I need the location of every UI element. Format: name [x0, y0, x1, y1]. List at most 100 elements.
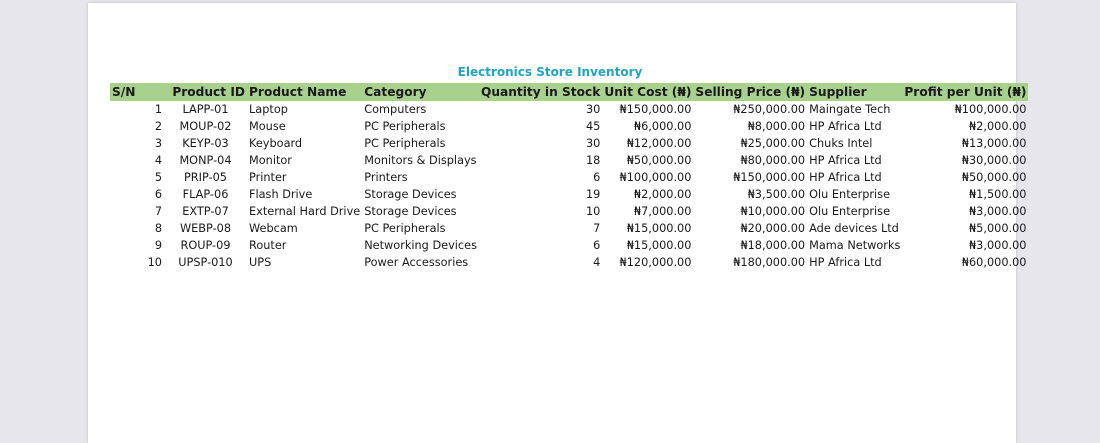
header-profit[interactable]: Profit per Unit (₦)	[902, 83, 1029, 101]
cell-supplier[interactable]: Olu Enterprise	[807, 203, 902, 220]
cell-selling-price[interactable]: ₦10,000.00	[693, 203, 807, 220]
header-unit-cost[interactable]: Unit Cost (₦)	[602, 83, 694, 101]
cell-supplier[interactable]: Ade devices Ltd	[807, 220, 902, 237]
cell-product-name[interactable]: Flash Drive	[247, 186, 362, 203]
cell-quantity[interactable]: 45	[479, 118, 602, 135]
cell-sn[interactable]: 1	[110, 101, 164, 118]
cell-category[interactable]: Power Accessories	[362, 254, 479, 271]
cell-sn[interactable]: 2	[110, 118, 164, 135]
cell-product-name[interactable]: Monitor	[247, 152, 362, 169]
cell-profit[interactable]: ₦60,000.00	[902, 254, 1028, 271]
cell-profit[interactable]: ₦1,500.00	[902, 186, 1028, 203]
cell-product-id[interactable]: EXTP-07	[164, 203, 247, 220]
cell-unit-cost[interactable]: ₦100,000.00	[602, 169, 693, 186]
cell-selling-price[interactable]: ₦8,000.00	[693, 118, 807, 135]
cell-quantity[interactable]: 7	[479, 220, 602, 237]
header-quantity[interactable]: Quantity in Stock	[478, 83, 603, 101]
cell-unit-cost[interactable]: ₦6,000.00	[602, 118, 693, 135]
cell-product-id[interactable]: ROUP-09	[164, 237, 247, 254]
cell-sn[interactable]: 3	[110, 135, 164, 152]
cell-quantity[interactable]: 30	[479, 101, 602, 118]
cell-category[interactable]: Computers	[362, 101, 479, 118]
cell-quantity[interactable]: 30	[479, 135, 602, 152]
cell-unit-cost[interactable]: ₦15,000.00	[602, 220, 693, 237]
cell-category[interactable]: Storage Devices	[362, 203, 479, 220]
cell-supplier[interactable]: Mama Networks	[807, 237, 902, 254]
cell-supplier[interactable]: Maingate Tech	[807, 101, 902, 118]
header-sn[interactable]: S/N	[110, 83, 164, 101]
header-product-id[interactable]: Product ID	[164, 83, 247, 101]
cell-category[interactable]: PC Peripherals	[362, 135, 479, 152]
cell-selling-price[interactable]: ₦180,000.00	[693, 254, 807, 271]
cell-profit[interactable]: ₦100,000.00	[902, 101, 1028, 118]
header-category[interactable]: Category	[362, 83, 479, 101]
cell-product-id[interactable]: PRIP-05	[164, 169, 247, 186]
cell-selling-price[interactable]: ₦80,000.00	[693, 152, 807, 169]
header-product-name[interactable]: Product Name	[247, 83, 363, 101]
header-selling-price[interactable]: Selling Price (₦)	[693, 83, 808, 101]
cell-product-name[interactable]: Mouse	[247, 118, 362, 135]
cell-product-id[interactable]: UPSP-010	[164, 254, 247, 271]
cell-product-name[interactable]: UPS	[247, 254, 362, 271]
cell-category[interactable]: Monitors & Displays	[362, 152, 479, 169]
cell-category[interactable]: PC Peripherals	[362, 220, 479, 237]
cell-profit[interactable]: ₦30,000.00	[902, 152, 1028, 169]
cell-quantity[interactable]: 10	[479, 203, 602, 220]
cell-product-id[interactable]: WEBP-08	[164, 220, 247, 237]
cell-product-name[interactable]: Router	[247, 237, 362, 254]
cell-profit[interactable]: ₦5,000.00	[902, 220, 1028, 237]
cell-category[interactable]: Networking Devices	[362, 237, 479, 254]
cell-supplier[interactable]: HP Africa Ltd	[807, 169, 902, 186]
cell-quantity[interactable]: 4	[479, 254, 602, 271]
cell-selling-price[interactable]: ₦3,500.00	[693, 186, 807, 203]
cell-product-id[interactable]: MOUP-02	[164, 118, 247, 135]
cell-selling-price[interactable]: ₦150,000.00	[693, 169, 807, 186]
cell-sn[interactable]: 4	[110, 152, 164, 169]
cell-profit[interactable]: ₦2,000.00	[902, 118, 1028, 135]
cell-product-id[interactable]: KEYP-03	[164, 135, 247, 152]
cell-profit[interactable]: ₦50,000.00	[902, 169, 1028, 186]
cell-product-name[interactable]: Keyboard	[247, 135, 362, 152]
cell-quantity[interactable]: 6	[479, 237, 602, 254]
cell-profit[interactable]: ₦3,000.00	[902, 203, 1028, 220]
cell-sn[interactable]: 8	[110, 220, 164, 237]
cell-supplier[interactable]: Chuks Intel	[807, 135, 902, 152]
cell-quantity[interactable]: 6	[479, 169, 602, 186]
cell-sn[interactable]: 7	[110, 203, 164, 220]
cell-quantity[interactable]: 18	[479, 152, 602, 169]
cell-sn[interactable]: 5	[110, 169, 164, 186]
cell-sn[interactable]: 9	[110, 237, 164, 254]
cell-unit-cost[interactable]: ₦15,000.00	[602, 237, 693, 254]
cell-product-name[interactable]: Webcam	[247, 220, 362, 237]
cell-product-name[interactable]: External Hard Drive	[247, 203, 362, 220]
cell-quantity[interactable]: 19	[479, 186, 602, 203]
cell-product-id[interactable]: FLAP-06	[164, 186, 247, 203]
cell-supplier[interactable]: HP Africa Ltd	[807, 254, 902, 271]
header-supplier[interactable]: Supplier	[807, 83, 903, 101]
cell-unit-cost[interactable]: ₦120,000.00	[602, 254, 693, 271]
cell-unit-cost[interactable]: ₦12,000.00	[602, 135, 693, 152]
cell-sn[interactable]: 10	[110, 254, 164, 271]
cell-category[interactable]: Storage Devices	[362, 186, 479, 203]
cell-selling-price[interactable]: ₦25,000.00	[693, 135, 807, 152]
cell-unit-cost[interactable]: ₦7,000.00	[602, 203, 693, 220]
cell-unit-cost[interactable]: ₦150,000.00	[602, 101, 693, 118]
cell-product-name[interactable]: Laptop	[247, 101, 362, 118]
cell-product-id[interactable]: MONP-04	[164, 152, 247, 169]
cell-supplier[interactable]: Olu Enterprise	[807, 186, 902, 203]
cell-unit-cost[interactable]: ₦2,000.00	[602, 186, 693, 203]
cell-category[interactable]: PC Peripherals	[362, 118, 479, 135]
cell-supplier[interactable]: HP Africa Ltd	[807, 118, 902, 135]
cell-product-id[interactable]: LAPP-01	[164, 101, 247, 118]
cell-selling-price[interactable]: ₦250,000.00	[693, 101, 807, 118]
cell-profit[interactable]: ₦3,000.00	[902, 237, 1028, 254]
cell-product-name[interactable]: Printer	[247, 169, 362, 186]
cell-selling-price[interactable]: ₦20,000.00	[693, 220, 807, 237]
cell-selling-price[interactable]: ₦18,000.00	[693, 237, 807, 254]
cell-profit[interactable]: ₦13,000.00	[902, 135, 1028, 152]
cell-category[interactable]: Printers	[362, 169, 479, 186]
cell-supplier[interactable]: HP Africa Ltd	[807, 152, 902, 169]
table-row: 10 UPSP-010 UPS Power Accessories 4 ₦120,000.…	[110, 254, 1028, 271]
cell-unit-cost[interactable]: ₦50,000.00	[602, 152, 693, 169]
cell-sn[interactable]: 6	[110, 186, 164, 203]
